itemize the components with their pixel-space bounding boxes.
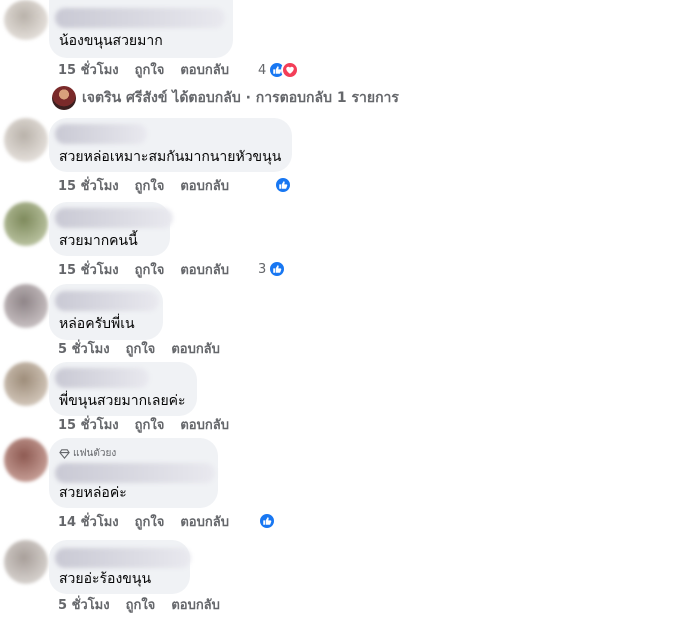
- reaction-summary[interactable]: 4: [258, 61, 300, 79]
- comment-bubble: สวยอ่ะร้องขนุน: [49, 540, 191, 594]
- author-name-blurred[interactable]: [55, 291, 159, 311]
- author-name-blurred[interactable]: [55, 463, 215, 483]
- like-icon: [274, 176, 292, 194]
- avatar[interactable]: [4, 540, 48, 584]
- love-icon: [281, 61, 300, 79]
- comment-text: สวยหล่อเหมาะสมกันมากนายหัวขนุน: [59, 149, 282, 165]
- author-name-blurred[interactable]: [55, 8, 225, 28]
- comment-text: น้องขนุนสวยมาก: [59, 33, 163, 49]
- reply-button[interactable]: ตอบกลับ: [171, 598, 220, 614]
- reply-button[interactable]: ตอบกลับ: [180, 179, 229, 195]
- avatar[interactable]: [4, 118, 48, 162]
- reaction-count: 3: [258, 261, 267, 277]
- comment-text: พี่ขนุนสวยมากเลยค่ะ: [59, 393, 186, 409]
- comment-bubble: น้องขนุนสวยมาก: [49, 0, 233, 58]
- badge-label: แฟนตัวยง: [73, 448, 117, 459]
- comment-text: สวยอ่ะร้องขนุน: [59, 571, 152, 587]
- author-name-blurred[interactable]: [55, 124, 147, 144]
- avatar[interactable]: [4, 0, 48, 40]
- like-icon: [258, 512, 276, 530]
- comment-actions: 15 ชั่วโมง ถูกใจ ตอบกลับ: [58, 179, 229, 195]
- reply-button[interactable]: ตอบกลับ: [180, 515, 229, 531]
- timestamp[interactable]: 15 ชั่วโมง: [58, 179, 119, 195]
- like-button[interactable]: ถูกใจ: [135, 263, 165, 279]
- author-name-blurred[interactable]: [55, 548, 191, 568]
- avatar[interactable]: [4, 202, 48, 246]
- replier-avatar: [52, 86, 76, 110]
- like-button[interactable]: ถูกใจ: [135, 418, 165, 434]
- diamond-icon: [59, 449, 70, 459]
- comment-actions: 14 ชั่วโมง ถูกใจ ตอบกลับ: [58, 515, 229, 531]
- top-fan-badge: แฟนตัวยง: [59, 446, 116, 461]
- timestamp[interactable]: 5 ชั่วโมง: [58, 342, 110, 358]
- timestamp[interactable]: 5 ชั่วโมง: [58, 598, 110, 614]
- comment-actions: 15 ชั่วโมง ถูกใจ ตอบกลับ: [58, 418, 229, 434]
- reaction-summary[interactable]: 3: [258, 260, 287, 278]
- avatar[interactable]: [4, 284, 48, 328]
- comment-actions: 5 ชั่วโมง ถูกใจ ตอบกลับ: [58, 598, 220, 614]
- comment-bubble: พี่ขนุนสวยมากเลยค่ะ: [49, 362, 197, 416]
- comment-bubble: สวยมากคนนี้: [49, 202, 173, 256]
- avatar[interactable]: [4, 438, 48, 482]
- author-name-blurred[interactable]: [55, 368, 149, 388]
- comment-text: สวยหล่อค่ะ: [59, 485, 127, 501]
- timestamp[interactable]: 15 ชั่วโมง: [58, 263, 119, 279]
- reply-button[interactable]: ตอบกลับ: [180, 263, 229, 279]
- comment-actions: 15 ชั่วโมง ถูกใจ ตอบกลับ: [58, 63, 229, 79]
- comment-text: หล่อครับพี่เน: [59, 316, 135, 332]
- reaction-count: 4: [258, 62, 267, 78]
- timestamp[interactable]: 14 ชั่วโมง: [58, 515, 119, 531]
- comment-actions: 5 ชั่วโมง ถูกใจ ตอบกลับ: [58, 342, 220, 358]
- comment-actions: 15 ชั่วโมง ถูกใจ ตอบกลับ: [58, 263, 229, 279]
- reply-summary-text[interactable]: เจตริน ศรีสังข์ ได้ตอบกลับ · การตอบกลับ …: [82, 87, 399, 109]
- comment-bubble: หล่อครับพี่เน: [49, 284, 163, 340]
- reaction-summary[interactable]: [272, 176, 292, 194]
- avatar[interactable]: [4, 362, 48, 406]
- like-button[interactable]: ถูกใจ: [135, 63, 165, 79]
- like-button[interactable]: ถูกใจ: [135, 179, 165, 195]
- reaction-summary[interactable]: [256, 512, 276, 530]
- like-button[interactable]: ถูกใจ: [126, 342, 156, 358]
- reply-button[interactable]: ตอบกลับ: [171, 342, 220, 358]
- timestamp[interactable]: 15 ชั่วโมง: [58, 63, 119, 79]
- like-button[interactable]: ถูกใจ: [135, 515, 165, 531]
- view-replies-link[interactable]: เจตริน ศรีสังข์ ได้ตอบกลับ · การตอบกลับ …: [52, 86, 399, 110]
- author-name-blurred[interactable]: [55, 208, 173, 228]
- comment-bubble: สวยหล่อเหมาะสมกันมากนายหัวขนุน: [49, 118, 292, 172]
- timestamp[interactable]: 15 ชั่วโมง: [58, 418, 119, 434]
- reply-button[interactable]: ตอบกลับ: [180, 63, 229, 79]
- like-button[interactable]: ถูกใจ: [126, 598, 156, 614]
- comment-bubble: แฟนตัวยง สวยหล่อค่ะ: [49, 438, 218, 508]
- like-icon: [268, 260, 287, 278]
- reply-button[interactable]: ตอบกลับ: [180, 418, 229, 434]
- comment-text: สวยมากคนนี้: [59, 233, 138, 249]
